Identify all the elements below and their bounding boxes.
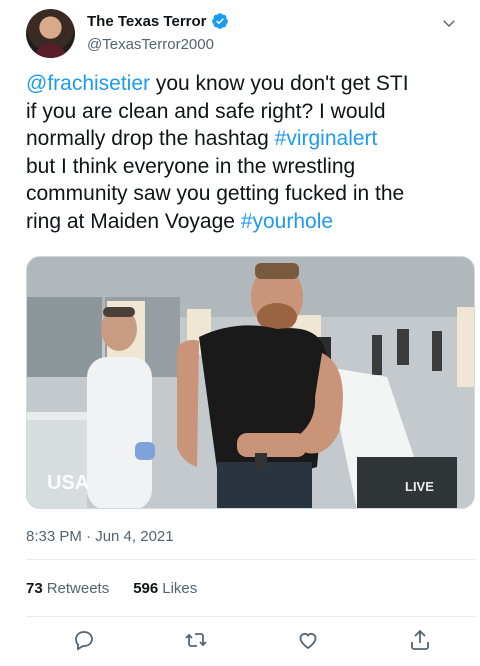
share-button[interactable] <box>408 628 434 654</box>
retweets-stat[interactable]: 73 Retweets <box>26 580 109 597</box>
likes-count: 596 <box>133 580 159 597</box>
heart-icon <box>299 633 317 650</box>
likes-label: Likes <box>162 580 198 597</box>
tweet-text-line: ring at Maiden Voyage #yourhole <box>26 208 476 236</box>
tweet-text-segment: if you are clean and safe right? I would <box>26 99 386 123</box>
tweet-text-segment: community saw you getting fucked in the <box>26 182 405 205</box>
share-icon <box>411 629 429 650</box>
tweet-timestamp[interactable]: 8:33 PM · Jun 4, 2021 <box>26 528 174 545</box>
hashtag-link[interactable]: #virginalert <box>275 127 378 150</box>
retweet-icon <box>185 633 207 647</box>
chevron-down-icon[interactable] <box>440 14 458 32</box>
hashtag-link[interactable]: #yourhole <box>241 210 333 233</box>
verified-badge-icon <box>211 13 228 29</box>
reply-button[interactable] <box>72 628 98 654</box>
retweets-count: 73 <box>26 580 43 597</box>
display-name[interactable]: The Texas Terror <box>87 13 207 30</box>
display-name-row[interactable]: The Texas Terror <box>87 12 229 30</box>
network-logo: USA <box>47 472 89 494</box>
like-button[interactable] <box>296 628 322 654</box>
tweet-text-line: normally drop the hashtag #virginalert <box>26 125 476 153</box>
media-illustration: USA LIVE <box>27 257 474 508</box>
retweets-label: Retweets <box>46 580 110 597</box>
action-bar <box>0 622 480 662</box>
avatar[interactable] <box>26 9 75 58</box>
tweet-media-image[interactable]: USA LIVE <box>26 256 475 509</box>
divider <box>26 616 476 617</box>
tweet-text-line: if you are clean and safe right? I would <box>26 98 476 126</box>
live-badge: LIVE <box>405 479 434 494</box>
tweet-text: @frachisetier you know you don't get STI… <box>26 70 476 235</box>
likes-stat[interactable]: 596 Likes <box>133 580 197 597</box>
retweet-button[interactable] <box>184 628 210 654</box>
tweet-text-line: but I think everyone in the wrestling <box>26 153 476 181</box>
tweet-stats: 73 Retweets 596 Likes <box>26 580 221 597</box>
divider <box>26 559 476 560</box>
tweet-text-line: community saw you getting fucked in the <box>26 180 476 208</box>
mention-link[interactable]: @frachisetier <box>26 72 150 95</box>
tweet-text-segment: normally drop the hashtag <box>26 127 275 150</box>
user-handle[interactable]: @TexasTerror2000 <box>87 36 214 53</box>
tweet-header: The Texas Terror @TexasTerror2000 <box>0 0 480 70</box>
tweet-text-line: @frachisetier you know you don't get STI <box>26 70 476 98</box>
tweet-text-segment: ring at Maiden Voyage <box>26 209 241 233</box>
tweet-text-segment: but I think everyone in the wrestling <box>26 154 356 178</box>
tweet-text-segment: you know you don't get STI <box>150 72 409 95</box>
reply-icon <box>75 631 93 651</box>
